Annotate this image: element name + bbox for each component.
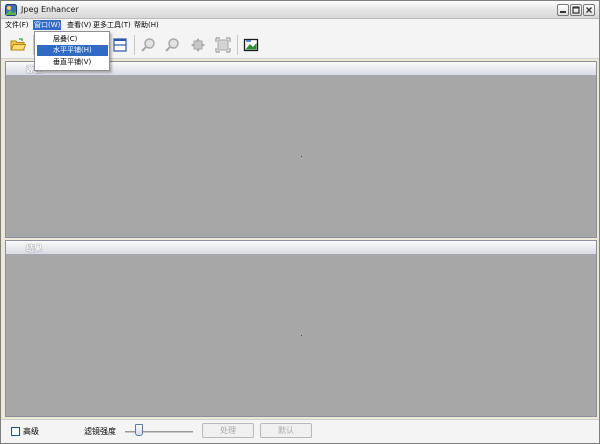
close-button[interactable] [583,4,595,16]
window-title: Jpeg Enhancer [21,5,79,14]
app-window: Jpeg Enhancer 文件(F) 窗口(W) 查看(V) 更多工具(T) … [0,0,600,444]
advanced-label: 高级 [23,427,39,436]
open-folder-icon [10,38,26,51]
menu-file[interactable]: 文件(F) [4,20,30,30]
filter-strength-slider-thumb[interactable] [135,424,143,436]
zoom-in-icon [141,38,155,52]
app-icon [5,4,17,16]
enhance-icon [243,38,259,52]
tile-horizontal-icon [113,38,127,52]
menu-more-tools[interactable]: 更多工具(T) [92,20,132,30]
menu-window[interactable]: 窗口(W) [33,20,62,30]
menu-view[interactable]: 查看(V) [66,20,92,30]
result-image-canvas[interactable] [6,255,596,416]
process-button[interactable]: 处理 [202,423,254,438]
close-icon [586,7,592,13]
advanced-checkbox[interactable] [11,427,20,436]
title-bar[interactable]: Jpeg Enhancer [1,1,599,19]
minimize-icon [560,11,566,13]
open-button[interactable] [8,35,28,55]
fit-width-icon [191,38,205,52]
fit-window-icon [215,37,231,53]
menu-item-tile-vertical[interactable]: 垂直平铺(V) [37,57,108,68]
result-panel-header[interactable]: 结果 [6,241,596,255]
zoom-in-button[interactable] [138,35,158,55]
source-image-canvas[interactable] [6,76,596,237]
toolbar-separator [237,35,238,55]
result-panel-title: 结果 [26,244,42,253]
menu-item-cascade[interactable]: 层叠(C) [37,34,108,45]
maximize-icon [572,6,580,14]
menu-item-tile-horizontal[interactable]: 水平平铺(H) [37,45,108,56]
menu-help[interactable]: 帮助(H) [133,20,160,30]
window-menu-dropdown: 层叠(C) 水平平铺(H) 垂直平铺(V) [34,31,110,71]
tile-horizontal-button[interactable] [110,35,130,55]
menu-bar: 文件(F) 窗口(W) 查看(V) 更多工具(T) 帮助(H) [1,19,599,31]
zoom-out-button[interactable] [162,35,182,55]
maximize-button[interactable] [570,4,582,16]
toolbar-separator [134,35,135,55]
fit-width-button[interactable] [188,35,208,55]
source-panel: 源图 [5,61,597,238]
default-button[interactable]: 默认 [260,423,312,438]
enhance-button[interactable] [241,35,261,55]
filter-strength-label: 滤镜强度 [84,427,116,436]
bottom-bar: 高级 滤镜强度 处理 默认 [1,419,599,443]
result-panel: 结果 [5,240,597,417]
minimize-button[interactable] [557,4,569,16]
canvas-center-mark [301,335,302,336]
zoom-out-icon [165,38,179,52]
canvas-center-mark [301,156,302,157]
fit-window-button[interactable] [213,35,233,55]
